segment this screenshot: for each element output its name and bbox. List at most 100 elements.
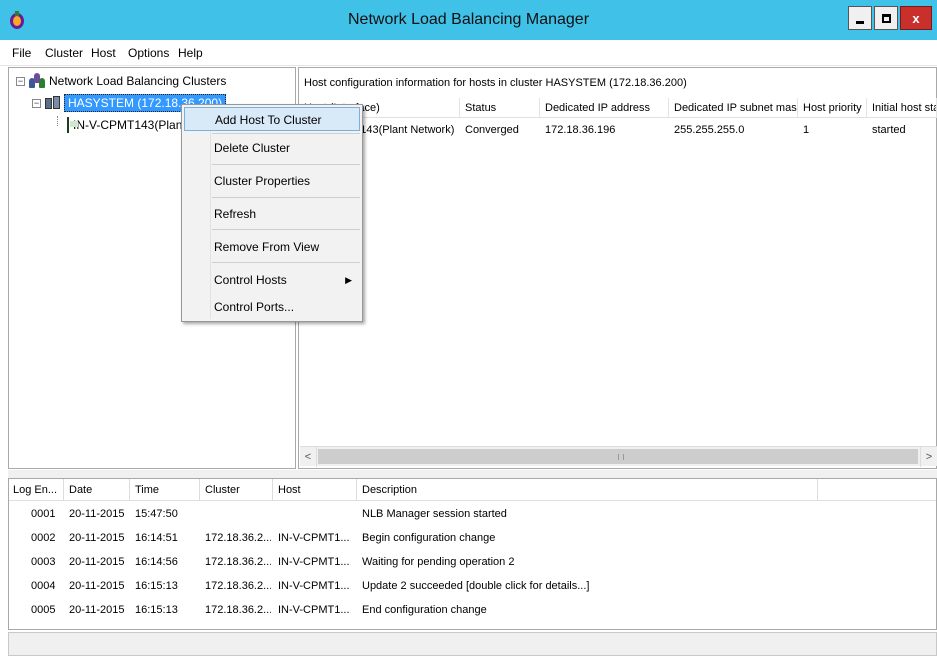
window-title: Network Load Balancing Manager (347, 11, 590, 28)
menu-cluster[interactable]: Cluster (45, 46, 83, 60)
host-table-header: Host (Interface) Status Dedicated IP add… (300, 98, 937, 118)
menu-bar: File Cluster Host Options Help (0, 40, 937, 66)
maximize-icon (881, 13, 891, 23)
log-cluster: 172.18.36.2... (205, 604, 271, 616)
cell-ip: 172.18.36.196 (545, 124, 616, 136)
collapse-icon[interactable]: − (16, 76, 25, 86)
log-host: IN-V-CPMT1... (278, 556, 350, 568)
cluster-icon (45, 95, 61, 111)
menu-add-host-to-cluster[interactable]: Add Host To Cluster (184, 107, 360, 131)
menu-remove-from-view[interactable]: Remove From View (184, 235, 360, 259)
log-entry: 0004 (31, 580, 56, 592)
log-row[interactable]: 0003 20-11-2015 16:14:56 172.18.36.2... … (9, 552, 936, 572)
log-cluster: 172.18.36.2... (205, 532, 271, 544)
log-entry: 0002 (31, 532, 56, 544)
menu-control-hosts[interactable]: Control Hosts ▶ (184, 268, 360, 292)
menu-options[interactable]: Options (128, 46, 169, 60)
log-col-description[interactable]: Description (358, 479, 818, 501)
menu-control-ports[interactable]: Control Ports... (184, 295, 360, 319)
menu-help[interactable]: Help (178, 46, 203, 60)
log-time: 16:15:13 (135, 580, 178, 592)
menu-separator (212, 164, 360, 165)
log-description: NLB Manager session started (362, 508, 507, 520)
log-col-time[interactable]: Time (131, 479, 200, 501)
log-time: 16:14:51 (135, 532, 178, 544)
menu-file[interactable]: File (12, 46, 31, 60)
log-description: End configuration change (362, 604, 487, 616)
col-subnet-mask[interactable]: Dedicated IP subnet mask (670, 98, 798, 118)
menu-separator (212, 262, 360, 263)
grip-icon (618, 454, 624, 460)
menu-delete-cluster[interactable]: Delete Cluster (184, 136, 360, 160)
col-dedicated-ip[interactable]: Dedicated IP address (541, 98, 669, 118)
log-col-entry[interactable]: Log En... (9, 479, 64, 501)
log-description: Waiting for pending operation 2 (362, 556, 515, 568)
log-time: 16:14:56 (135, 556, 178, 568)
log-date: 20-11-2015 (69, 580, 125, 592)
cell-initial-state: started (872, 124, 906, 136)
menu-refresh[interactable]: Refresh (184, 202, 360, 226)
menu-separator (212, 133, 360, 134)
minimize-button[interactable] (848, 6, 872, 30)
cell-priority: 1 (803, 124, 810, 136)
tree-root[interactable]: − Network Load Balancing Clusters (16, 71, 226, 91)
table-row[interactable]: IN-V-CPMT143(Plant Network) Converged 17… (300, 120, 937, 140)
tree-connector (57, 116, 58, 126)
log-description: Begin configuration change (362, 532, 496, 544)
log-cluster: 172.18.36.2... (205, 556, 271, 568)
cell-mask: 255.255.255.0 (674, 124, 745, 136)
title-bar: Network Load Balancing Manager x (0, 0, 937, 40)
status-bar (8, 632, 937, 656)
log-date: 20-11-2015 (69, 604, 125, 616)
host-config-info: Host configuration information for hosts… (304, 77, 687, 89)
log-row[interactable]: 0002 20-11-2015 16:14:51 172.18.36.2... … (9, 528, 936, 548)
host-icon (67, 117, 78, 133)
log-host (278, 504, 356, 524)
tree-root-label: Network Load Balancing Clusters (49, 74, 227, 88)
clusters-icon (29, 73, 45, 89)
log-row[interactable]: 0001 20-11-2015 15:47:50 NLB Manager ses… (9, 504, 936, 524)
log-entry: 0005 (31, 604, 56, 616)
close-icon: x (912, 10, 920, 26)
log-description: Update 2 succeeded [double click for det… (362, 580, 590, 592)
tree-host[interactable]: IN-V-CPMT143(Plant Network) (67, 115, 181, 135)
log-date: 20-11-2015 (69, 556, 125, 568)
submenu-arrow-icon: ▶ (345, 275, 352, 285)
log-time: 15:47:50 (135, 508, 178, 520)
menu-separator (212, 229, 360, 230)
col-initial-state[interactable]: Initial host state (868, 98, 937, 118)
scroll-right-icon[interactable]: > (920, 447, 937, 467)
log-row[interactable]: 0005 20-11-2015 16:15:13 172.18.36.2... … (9, 600, 936, 620)
log-cluster (205, 504, 271, 524)
pane-splitter[interactable] (8, 470, 937, 478)
close-button[interactable]: x (900, 6, 932, 30)
log-time: 16:15:13 (135, 604, 178, 616)
log-date: 20-11-2015 (69, 532, 125, 544)
menu-control-hosts-label: Control Hosts (214, 273, 287, 287)
scroll-thumb[interactable] (318, 449, 918, 464)
tree-host-label: IN-V-CPMT143(Plant Network) (73, 118, 181, 132)
log-cluster: 172.18.36.2... (205, 580, 271, 592)
log-host: IN-V-CPMT1... (278, 532, 350, 544)
log-entry: 0003 (31, 556, 56, 568)
collapse-icon[interactable]: − (32, 98, 41, 108)
menu-separator (212, 197, 360, 198)
log-host: IN-V-CPMT1... (278, 604, 350, 616)
log-col-host[interactable]: Host (274, 479, 357, 501)
log-col-cluster[interactable]: Cluster (201, 479, 273, 501)
menu-cluster-properties[interactable]: Cluster Properties (184, 169, 360, 193)
col-host-priority[interactable]: Host priority (799, 98, 867, 118)
cluster-context-menu: Add Host To Cluster Delete Cluster Clust… (181, 104, 363, 322)
col-status[interactable]: Status (461, 98, 540, 118)
log-table-header: Log En... Date Time Cluster Host Descrip… (9, 479, 936, 501)
log-col-date[interactable]: Date (65, 479, 130, 501)
horizontal-scrollbar[interactable]: < > (300, 446, 937, 467)
cell-status: Converged (465, 124, 519, 136)
maximize-button[interactable] (874, 6, 898, 30)
menu-host[interactable]: Host (91, 46, 116, 60)
minimize-icon (856, 20, 864, 24)
log-date: 20-11-2015 (69, 508, 125, 520)
log-host: IN-V-CPMT1... (278, 580, 350, 592)
scroll-left-icon[interactable]: < (300, 447, 317, 467)
log-row[interactable]: 0004 20-11-2015 16:15:13 172.18.36.2... … (9, 576, 936, 596)
